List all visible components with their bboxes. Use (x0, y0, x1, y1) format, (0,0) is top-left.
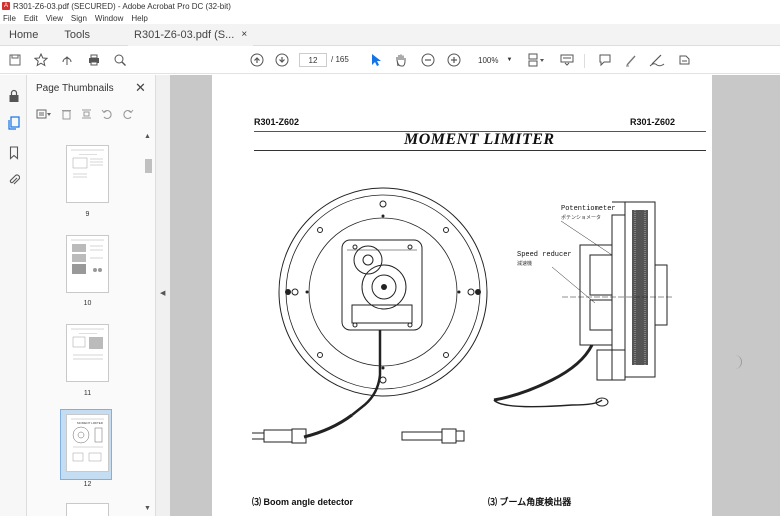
svg-text:——————: —————— (79, 152, 97, 156)
fill-sign-icon[interactable] (676, 51, 692, 69)
technical-drawing (252, 187, 672, 444)
page-number-input[interactable]: 12 (299, 53, 327, 67)
toolbar: 12 / 165 100% ▼ (0, 46, 780, 74)
panel-toolbar (36, 107, 143, 123)
rotate-right-icon[interactable] (122, 108, 134, 123)
label-potentiometer-jp: ポテンショメータ (561, 215, 602, 221)
pdf-page: R301-Z602 R301-Z602 MOMENT LIMITER Poten… (212, 75, 712, 516)
thumbnail-page-10[interactable] (66, 235, 109, 293)
toolbar-divider (584, 54, 585, 68)
zoom-in-icon[interactable] (446, 51, 462, 69)
caption-boom-angle-detector: ⑶ Boom angle detector (252, 497, 354, 507)
tab-close-icon[interactable]: × (241, 29, 247, 40)
caption-boom-angle-detector-jp: ⑶ ブーム角度検出器 (488, 497, 572, 507)
page-edge-mark (728, 355, 742, 369)
tab-bar: Home Tools R301-Z6-03.pdf (S... × (0, 23, 780, 46)
menu-window[interactable]: Window (95, 14, 123, 23)
highlight-pen-icon[interactable] (623, 51, 639, 69)
label-potentiometer: Potentiometer (561, 205, 616, 213)
thumbnail-page-11[interactable]: —————— (66, 324, 109, 382)
thumbnail-label-9: 9 (85, 211, 90, 218)
menu-sign[interactable]: Sign (71, 14, 87, 23)
page-display-icon[interactable] (526, 51, 546, 69)
page-total: / 165 (331, 55, 349, 64)
thumbnails-scrollbar[interactable]: ▲ ▼ (143, 133, 153, 516)
thumbnail-label-11: 11 (83, 390, 92, 397)
thumbnail-page-13[interactable] (66, 503, 109, 516)
menu-help[interactable]: Help (131, 14, 147, 23)
keyboard-icon[interactable] (559, 51, 575, 69)
delete-icon[interactable] (61, 108, 72, 123)
attachment-icon[interactable] (6, 172, 21, 187)
menu-file[interactable]: File (3, 14, 16, 23)
window-title: R301-Z6-03.pdf (SECURED) - Adobe Acrobat… (13, 1, 231, 11)
scroll-down-icon[interactable]: ▼ (144, 505, 151, 512)
svg-text:MOMENT LIMITER: MOMENT LIMITER (77, 421, 104, 425)
panel-close-icon[interactable]: ✕ (135, 80, 146, 96)
tab-document-label: R301-Z6-03.pdf (S... (134, 28, 235, 41)
document-viewer[interactable]: R301-Z602 R301-Z602 MOMENT LIMITER Poten… (170, 75, 780, 516)
select-cursor-icon[interactable] (369, 51, 383, 69)
zoom-out-icon[interactable] (420, 51, 436, 69)
sign-pen-icon[interactable] (648, 51, 666, 69)
scroll-thumb[interactable] (145, 159, 152, 173)
insert-page-icon[interactable] (81, 108, 92, 123)
menu-bar: File Edit View Sign Window Help (0, 12, 780, 24)
collapse-arrow-icon[interactable]: ◀ (160, 289, 165, 297)
thumbnail-label-12: 12 (83, 481, 92, 488)
tab-home[interactable]: Home (9, 29, 38, 41)
panel-collapse-gutter[interactable]: ◀ (156, 75, 170, 516)
print-icon[interactable] (86, 51, 102, 69)
svg-text:——————: —————— (79, 331, 97, 335)
bookmark-icon[interactable] (6, 145, 21, 160)
lock-icon[interactable] (6, 88, 21, 103)
hand-tool-icon[interactable] (393, 51, 409, 69)
options-menu-icon[interactable] (36, 108, 52, 123)
zoom-level-select[interactable]: 100% ▼ (472, 53, 516, 67)
left-rail (0, 75, 27, 516)
comment-icon[interactable] (597, 51, 613, 69)
page-thumbnails-icon[interactable] (6, 115, 21, 130)
thumbnail-page-9[interactable]: —————— (66, 145, 109, 203)
panel-title: Page Thumbnails (36, 83, 114, 94)
tab-document[interactable]: R301-Z6-03.pdf (S... × (128, 23, 254, 46)
scroll-up-icon[interactable]: ▲ (144, 133, 151, 140)
menu-edit[interactable]: Edit (24, 14, 38, 23)
chevron-down-icon: ▼ (506, 57, 513, 63)
label-speed-reducer-jp: 減速機 (517, 261, 533, 267)
thumbnail-label-10: 10 (83, 300, 92, 307)
tab-tools[interactable]: Tools (64, 29, 90, 41)
previous-page-icon[interactable] (249, 51, 265, 69)
next-page-icon[interactable] (274, 51, 290, 69)
menu-view[interactable]: View (46, 14, 63, 23)
label-speed-reducer: Speed reducer (517, 251, 572, 259)
thumbnail-page-12[interactable]: MOMENT LIMITER (66, 414, 109, 472)
save-icon[interactable] (8, 51, 22, 69)
page-thumbnails-panel: Page Thumbnails ✕ —————— 9 10 —————— 11 … (27, 75, 156, 516)
zoom-level-value: 100% (478, 55, 499, 65)
acrobat-logo-icon: A (2, 2, 10, 10)
rotate-left-icon[interactable] (101, 108, 113, 123)
zoom-search-icon[interactable] (112, 51, 128, 69)
share-upload-icon[interactable] (59, 51, 75, 69)
title-bar: A R301-Z6-03.pdf (SECURED) - Adobe Acrob… (0, 0, 780, 12)
bookmark-star-icon[interactable] (33, 51, 49, 69)
